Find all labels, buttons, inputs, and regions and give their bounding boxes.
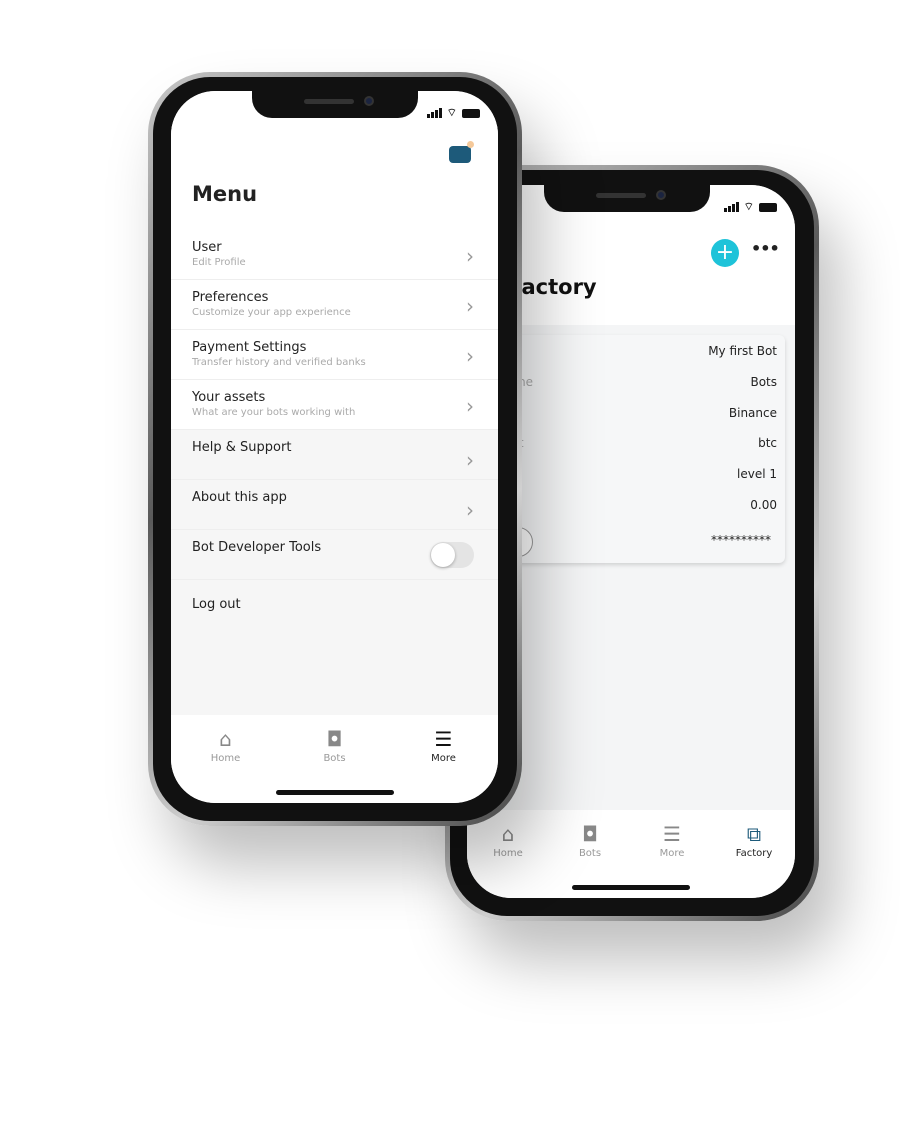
robot-icon: ◘ bbox=[582, 822, 598, 846]
menu-screen: ⌔ Menu User Edit Profile › Preferences Cust… bbox=[171, 91, 498, 803]
logout-button[interactable]: Log out bbox=[171, 587, 498, 637]
menu-item-help-support[interactable]: Help & Support › bbox=[171, 430, 498, 480]
chat-icon[interactable] bbox=[449, 141, 474, 163]
tab-more[interactable]: ☰ More bbox=[389, 715, 498, 803]
chevron-right-icon: › bbox=[466, 448, 474, 472]
tab-home[interactable]: ⌂ Home bbox=[467, 810, 549, 898]
chevron-right-icon: › bbox=[466, 294, 474, 318]
status-bar: ⌔ bbox=[426, 106, 480, 120]
developer-tools-toggle[interactable] bbox=[430, 542, 474, 568]
status-bar: ⌔ bbox=[723, 200, 777, 214]
chevron-right-icon: › bbox=[466, 344, 474, 368]
factory-icon: ⧉ bbox=[746, 822, 762, 846]
chevron-right-icon: › bbox=[466, 394, 474, 418]
chevron-right-icon: › bbox=[466, 498, 474, 522]
home-icon: ⌂ bbox=[501, 822, 515, 846]
home-icon: ⌂ bbox=[219, 727, 232, 751]
page-title: Menu bbox=[192, 182, 258, 206]
menu-item-user[interactable]: User Edit Profile › bbox=[171, 230, 498, 280]
tab-home[interactable]: ⌂ Home bbox=[171, 715, 280, 803]
menu-item-preferences[interactable]: Preferences Customize your app experience… bbox=[171, 280, 498, 330]
menu-icon: ☰ bbox=[663, 822, 681, 846]
phone-menu: ⌔ Menu User Edit Profile › Preferences Cust… bbox=[148, 72, 522, 826]
menu-item-about[interactable]: About this app › bbox=[171, 480, 498, 530]
tab-factory[interactable]: ⧉ Factory bbox=[713, 810, 795, 898]
menu-item-bot-developer-tools: Bot Developer Tools bbox=[171, 530, 498, 580]
menu-item-your-assets[interactable]: Your assets What are your bots working wi… bbox=[171, 380, 498, 430]
chevron-right-icon: › bbox=[466, 244, 474, 268]
add-bot-button[interactable]: + bbox=[711, 239, 739, 267]
robot-icon: ◘ bbox=[326, 727, 343, 751]
more-options-icon[interactable]: ••• bbox=[751, 239, 780, 258]
menu-item-payment-settings[interactable]: Payment Settings Transfer history and ver… bbox=[171, 330, 498, 380]
menu-icon: ☰ bbox=[434, 727, 453, 751]
